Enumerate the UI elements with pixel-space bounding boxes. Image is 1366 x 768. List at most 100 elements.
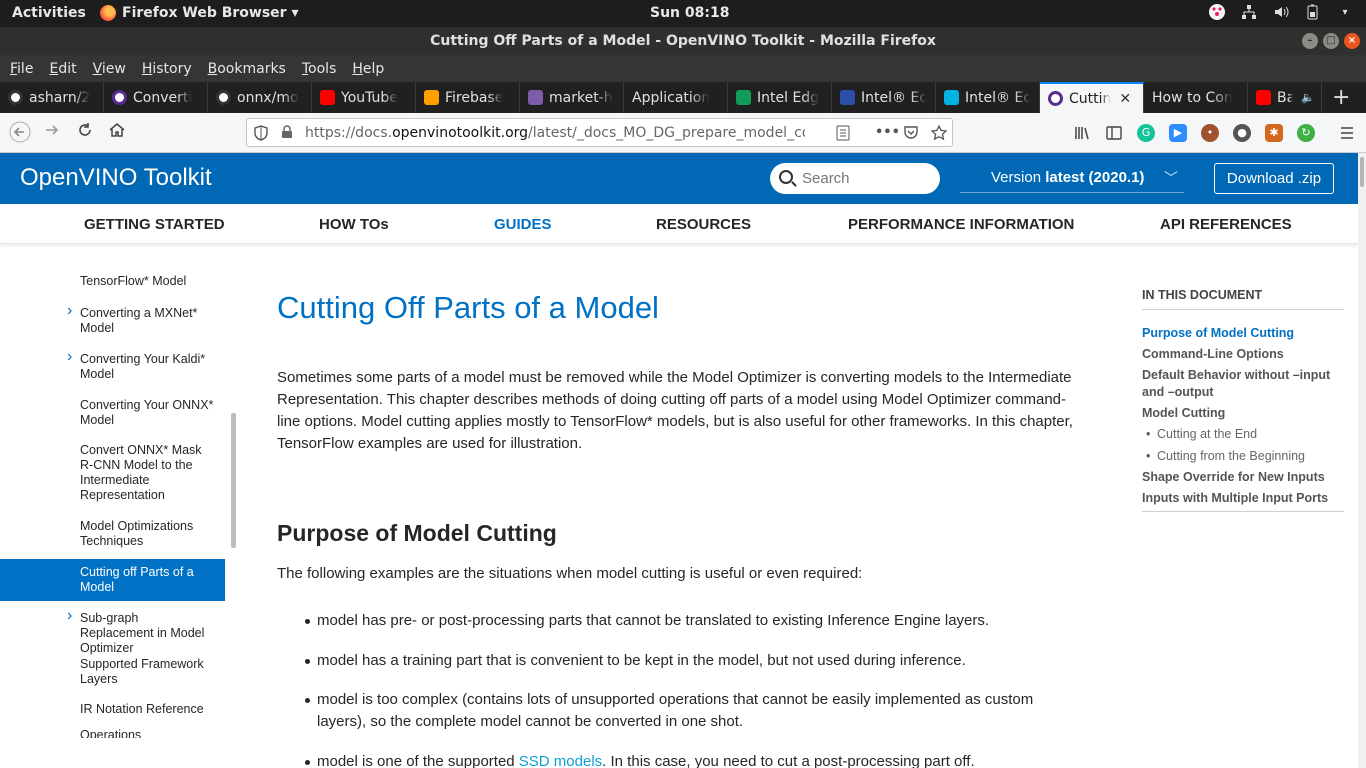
grammarly-extension-icon[interactable]: G — [1137, 124, 1155, 142]
system-tray[interactable]: ▾ — [1208, 3, 1354, 21]
accessibility-icon[interactable] — [1208, 3, 1226, 21]
clock[interactable]: Sun 08:18 — [650, 5, 729, 21]
sidebar-item[interactable]: › Sub-graph Replacement in Model Optimize… — [67, 608, 215, 656]
menu-history[interactable]: History — [142, 61, 192, 77]
ssd-models-link[interactable]: SSD models — [519, 753, 602, 768]
sidebar-item[interactable]: Model Optimizations Techniques — [80, 519, 215, 549]
forward-button[interactable] — [40, 121, 64, 145]
download-zip-button[interactable]: Download .zip — [1214, 163, 1334, 194]
audio-playing-icon[interactable]: 🔈 — [1301, 91, 1315, 104]
sidebar-item[interactable]: Convert ONNX* Mask R-CNN Model to the In… — [80, 443, 215, 503]
table-of-contents: IN THIS DOCUMENT Purpose of Model Cuttin… — [1142, 288, 1344, 512]
chevron-right-icon[interactable]: › — [67, 608, 72, 624]
browser-tab[interactable]: market-h — [520, 82, 624, 113]
nav-item-api-references[interactable]: API REFERENCES — [1160, 216, 1292, 233]
page-title: Cutting Off Parts of a Model — [277, 290, 659, 325]
browser-tab[interactable]: Basic 🔈 — [1248, 82, 1322, 113]
sidebar-item[interactable]: TensorFlow* Model — [80, 274, 215, 289]
power-menu-icon[interactable]: ▾ — [1336, 3, 1354, 21]
menu-file[interactable]: File — [10, 61, 33, 77]
page-actions-icon[interactable]: ••• — [875, 125, 900, 141]
tab-title: Cuttin — [1069, 90, 1112, 107]
toc-link[interactable]: Cutting from the Beginning — [1146, 448, 1362, 465]
zoom-extension-icon[interactable]: ▶ — [1169, 124, 1187, 142]
menu-label-rest: iew — [101, 60, 126, 77]
hamburger-menu-icon[interactable] — [1338, 124, 1356, 142]
toc-link[interactable]: Default Behavior without –input and –out… — [1142, 367, 1347, 401]
network-icon[interactable] — [1240, 3, 1258, 21]
chevron-right-icon[interactable]: › — [67, 349, 72, 365]
browser-tab[interactable]: Application — [624, 82, 728, 113]
bookmark-star-icon[interactable] — [930, 124, 948, 141]
toc-link[interactable]: Purpose of Model Cutting — [1142, 325, 1347, 342]
list-item: model is one of the supported SSD models… — [305, 751, 1077, 768]
page-scrollbar-thumb[interactable] — [1360, 157, 1364, 187]
battery-icon[interactable] — [1304, 3, 1322, 21]
browser-tab[interactable]: Firebase — [416, 82, 520, 113]
close-window-icon[interactable]: × — [1344, 33, 1360, 49]
browser-tab[interactable]: YouTube — [312, 82, 416, 113]
cookie-extension-icon[interactable]: • — [1201, 124, 1219, 142]
browser-tab[interactable]: Intel® Ec — [832, 82, 936, 113]
version-select[interactable]: Version latest (2020.1) ﹀ — [960, 163, 1184, 193]
page-scrollbar[interactable] — [1358, 153, 1366, 768]
toc-link[interactable]: Cutting at the End — [1146, 426, 1362, 443]
home-button[interactable] — [105, 121, 129, 145]
browser-tab[interactable]: How to Con — [1144, 82, 1248, 113]
toc-link[interactable]: Model Cutting — [1142, 405, 1347, 422]
lock-icon[interactable] — [279, 125, 295, 141]
library-icon[interactable] — [1073, 124, 1091, 142]
sidebar-item[interactable]: Cutting off Parts of a Model — [80, 565, 215, 595]
menu-help[interactable]: Help — [352, 61, 384, 77]
sidebar-item[interactable]: IR Notation Reference — [80, 702, 215, 717]
sidebar-item[interactable]: Converting Your ONNX* Model — [80, 398, 215, 428]
reader-view-icon[interactable] — [835, 125, 851, 141]
app-menu[interactable]: Firefox Web Browser ▾ — [100, 5, 298, 21]
menu-tools[interactable]: Tools — [302, 61, 337, 77]
minimize-icon[interactable]: – — [1302, 33, 1318, 49]
chevron-right-icon[interactable]: › — [67, 303, 72, 319]
sidebar-item[interactable]: Supported Framework Layers — [80, 657, 215, 687]
green-extension-icon[interactable]: ↻ — [1297, 124, 1315, 142]
toc-link[interactable]: Inputs with Multiple Input Ports — [1142, 490, 1347, 507]
sidebar-item[interactable]: › Converting Your Kaldi* Model — [67, 349, 215, 382]
url-text[interactable]: https://docs.openvinotoolkit.org/latest/… — [305, 125, 805, 141]
list-item: model has pre- or post-processing parts … — [305, 610, 1077, 632]
browser-tab[interactable]: Intel® Ec — [936, 82, 1040, 113]
section-lead: The following examples are the situation… — [277, 565, 863, 582]
nav-item-resources[interactable]: RESOURCES — [656, 216, 751, 233]
sidebar-toggle-icon[interactable] — [1105, 124, 1123, 142]
browser-tab[interactable]: onnx/mo — [208, 82, 312, 113]
browser-tab[interactable]: Cuttin ✕ — [1040, 82, 1144, 113]
site-search-input[interactable]: Search — [770, 163, 940, 194]
browser-tab[interactable]: Converti — [104, 82, 208, 113]
activities-button[interactable]: Activities — [12, 5, 86, 21]
nav-item-performance-information[interactable]: PERFORMANCE INFORMATION — [848, 216, 1074, 233]
reload-button[interactable] — [73, 121, 97, 145]
pocket-icon[interactable] — [903, 125, 919, 141]
account-extension-icon[interactable]: ● — [1233, 124, 1251, 142]
sidebar-item-label: Cutting off Parts of a Model — [80, 565, 194, 594]
new-tab-icon[interactable]: + — [1322, 82, 1360, 113]
toc-link[interactable]: Command-Line Options — [1142, 346, 1347, 363]
url-bar[interactable]: https://docs.openvinotoolkit.org/latest/… — [246, 118, 953, 147]
extension-icon[interactable]: ✱ — [1265, 124, 1283, 142]
menu-view[interactable]: View — [93, 61, 126, 77]
nav-item-getting-started[interactable]: GETTING STARTED — [84, 216, 225, 233]
close-tab-icon[interactable]: ✕ — [1119, 91, 1131, 107]
menu-edit[interactable]: Edit — [49, 61, 76, 77]
back-button[interactable] — [8, 121, 32, 145]
toc-link[interactable]: Shape Override for New Inputs — [1142, 469, 1347, 486]
volume-icon[interactable] — [1272, 3, 1290, 21]
nav-item-how-tos[interactable]: HOW TOs — [319, 216, 389, 233]
browser-tab[interactable]: Intel Edg — [728, 82, 832, 113]
sidebar-scrollbar[interactable] — [231, 413, 236, 548]
browser-tab[interactable]: asharn/2 — [0, 82, 104, 113]
site-brand[interactable]: OpenVINO Toolkit — [20, 164, 212, 192]
sidebar-item[interactable]: › Converting a MXNet* Model — [67, 303, 215, 336]
maximize-icon[interactable]: □ — [1323, 33, 1339, 49]
tracking-shield-icon[interactable] — [253, 125, 269, 141]
menu-bookmarks[interactable]: Bookmarks — [208, 61, 286, 77]
sidebar-item[interactable]: Operations Specification — [80, 728, 215, 738]
nav-item-guides[interactable]: GUIDES — [494, 216, 552, 233]
